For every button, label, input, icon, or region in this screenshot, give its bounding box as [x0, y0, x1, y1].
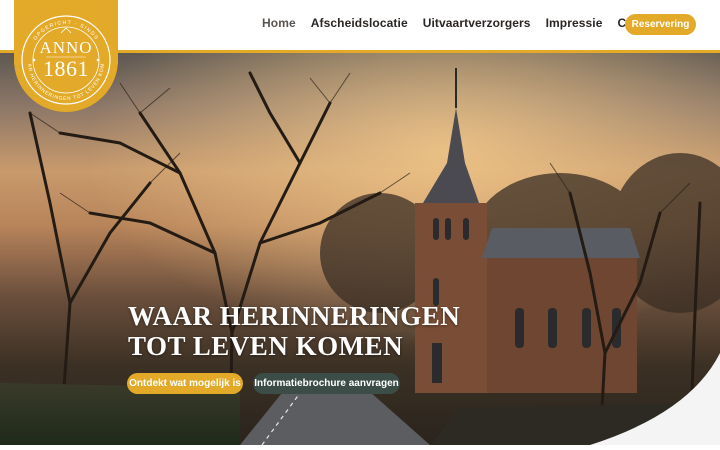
nav-impressie[interactable]: Impressie: [546, 16, 603, 30]
nav-afscheidslocatie[interactable]: Afscheidslocatie: [311, 16, 408, 30]
discover-button[interactable]: Ontdekt wat mogelijk is: [127, 373, 243, 394]
hero-title: WAAR HERINNERINGEN TOT LEVEN KOMEN: [128, 301, 460, 361]
reservation-button[interactable]: Reservering: [625, 14, 696, 35]
logo-line1: ANNO: [39, 38, 93, 57]
brochure-button[interactable]: Informatiebrochure aanvragen: [253, 373, 400, 394]
logo-line2: 1861: [43, 56, 89, 81]
hero-title-line2: TOT LEVEN KOMEN: [128, 331, 404, 361]
page-bottom-strip: [0, 445, 720, 450]
nav-home[interactable]: Home: [262, 16, 296, 30]
main-nav: Home Afscheidslocatie Uitvaartverzorgers…: [262, 16, 678, 30]
nav-uitvaartverzorgers[interactable]: Uitvaartverzorgers: [423, 16, 531, 30]
hero-title-line1: WAAR HERINNERINGEN: [128, 301, 461, 331]
site-logo[interactable]: OPGERICHT · SINDS WAAR HERINNERINGEN TOT…: [14, 8, 118, 112]
